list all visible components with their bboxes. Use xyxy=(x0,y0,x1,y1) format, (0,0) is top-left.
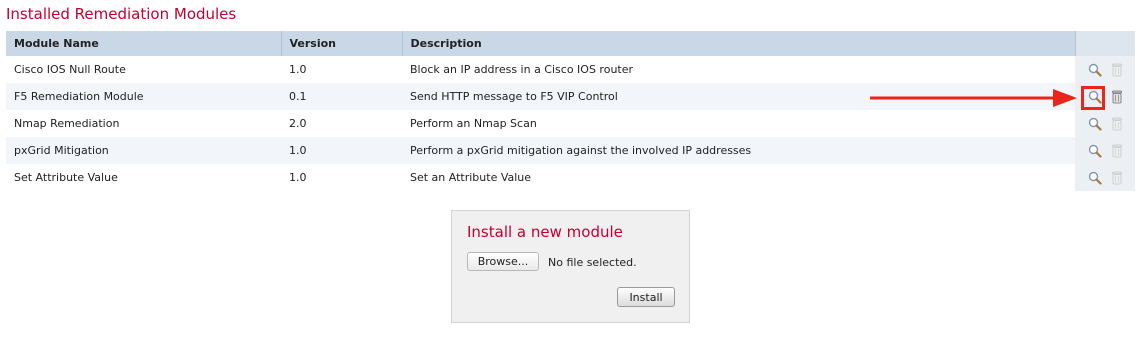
module-version-cell: 1.0 xyxy=(281,137,402,164)
row-actions xyxy=(1075,164,1135,191)
module-version-cell: 0.1 xyxy=(281,83,402,110)
magnifier-icon[interactable] xyxy=(1087,170,1103,186)
magnifier-icon[interactable] xyxy=(1087,62,1103,78)
file-status-text: No file selected. xyxy=(548,256,637,269)
trash-can-icon[interactable] xyxy=(1109,89,1125,105)
row-actions xyxy=(1075,56,1135,83)
install-button[interactable]: Install xyxy=(617,287,675,307)
row-actions xyxy=(1075,110,1135,137)
browse-button[interactable]: Browse... xyxy=(467,252,539,271)
page-title: Installed Remediation Modules xyxy=(6,5,237,23)
module-name-cell: F5 Remediation Module xyxy=(6,83,281,110)
module-name-cell: Nmap Remediation xyxy=(6,110,281,137)
trash-can-icon[interactable] xyxy=(1109,170,1125,186)
table-row: Cisco IOS Null Route 1.0 Block an IP add… xyxy=(6,56,1135,83)
install-panel-title: Install a new module xyxy=(467,223,623,241)
module-name-cell: Cisco IOS Null Route xyxy=(6,56,281,83)
module-description-cell: Perform an Nmap Scan xyxy=(402,110,1075,137)
module-description-cell: Perform a pxGrid mitigation against the … xyxy=(402,137,1075,164)
table-row: Nmap Remediation 2.0 Perform an Nmap Sca… xyxy=(6,110,1135,137)
module-version-cell: 1.0 xyxy=(281,56,402,83)
module-name-cell: pxGrid Mitigation xyxy=(6,137,281,164)
trash-can-icon[interactable] xyxy=(1109,143,1125,159)
column-header-actions xyxy=(1075,31,1135,56)
module-version-cell: 2.0 xyxy=(281,110,402,137)
module-description-cell: Set an Attribute Value xyxy=(402,164,1075,191)
column-header-module-name[interactable]: Module Name xyxy=(6,31,282,56)
row-actions xyxy=(1075,137,1135,164)
module-version-cell: 1.0 xyxy=(281,164,402,191)
column-header-description[interactable]: Description xyxy=(402,31,1076,56)
annotation-arrow xyxy=(870,89,1077,107)
magnifier-icon[interactable] xyxy=(1087,116,1103,132)
table-header-row: Module Name Version Description xyxy=(6,31,1135,56)
column-header-version[interactable]: Version xyxy=(281,31,403,56)
modules-table: Module Name Version Description Cisco IO… xyxy=(6,31,1135,191)
table-row: pxGrid Mitigation 1.0 Perform a pxGrid m… xyxy=(6,137,1135,164)
trash-can-icon[interactable] xyxy=(1109,62,1125,78)
magnifier-icon[interactable] xyxy=(1087,143,1103,159)
table-row: Set Attribute Value 1.0 Set an Attribute… xyxy=(6,164,1135,191)
annotation-highlight-box xyxy=(1081,86,1105,110)
module-description-cell: Block an IP address in a Cisco IOS route… xyxy=(402,56,1075,83)
trash-can-icon[interactable] xyxy=(1109,116,1125,132)
install-module-panel: Install a new module Browse... No file s… xyxy=(451,210,690,323)
module-name-cell: Set Attribute Value xyxy=(6,164,281,191)
